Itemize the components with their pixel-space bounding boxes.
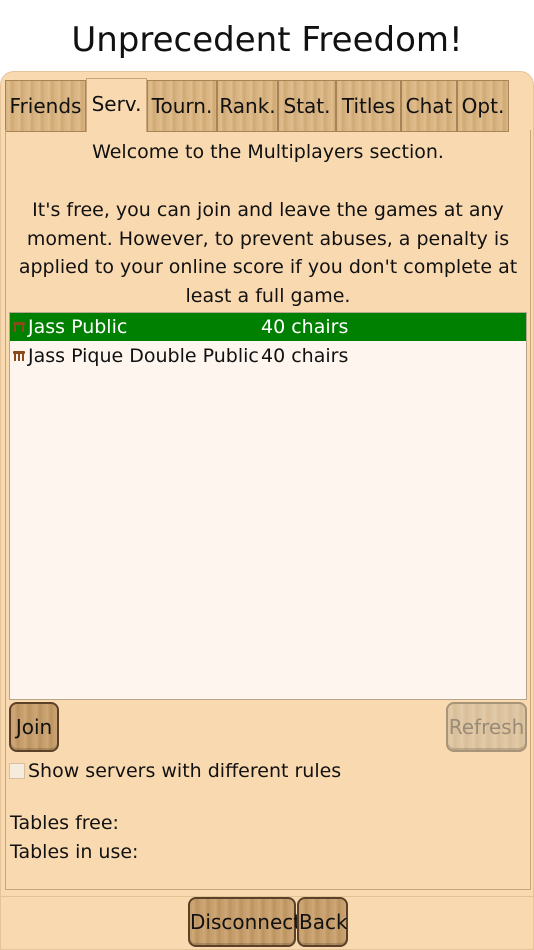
tab-servers[interactable]: Serv. bbox=[86, 78, 147, 132]
server-name: Jass Public bbox=[28, 316, 128, 338]
join-button[interactable]: Join bbox=[9, 702, 59, 752]
tab-statistics[interactable]: Stat. bbox=[278, 80, 336, 132]
tab-options[interactable]: Opt. bbox=[457, 80, 509, 132]
server-chairs: 40 chairs bbox=[261, 316, 349, 338]
show-different-rules-label: Show servers with different rules bbox=[28, 760, 342, 782]
back-button[interactable]: Back bbox=[297, 897, 348, 947]
tab-ranking[interactable]: Rank. bbox=[217, 80, 278, 132]
list-item[interactable]: Jass Public 40 chairs bbox=[10, 313, 526, 341]
disconnect-button[interactable]: Disconnect bbox=[188, 897, 301, 947]
tab-chat[interactable]: Chat bbox=[401, 80, 457, 132]
tab-tournaments[interactable]: Tourn. bbox=[147, 80, 217, 132]
tables-in-use-label: Tables in use: bbox=[10, 841, 139, 863]
tables-free-label: Tables free: bbox=[10, 812, 119, 834]
tab-friends[interactable]: Friends bbox=[5, 80, 86, 132]
server-name: Jass Pique Double Public bbox=[28, 345, 259, 367]
table-chairs-icon bbox=[13, 322, 25, 332]
tab-titles[interactable]: Titles bbox=[336, 80, 401, 132]
table-chairs-icon bbox=[13, 351, 25, 361]
server-list[interactable]: Jass Public 40 chairs Jass Pique Double … bbox=[9, 312, 527, 700]
main-panel: Friends Serv. Tourn. Rank. Stat. Titles … bbox=[0, 71, 534, 950]
welcome-text: Welcome to the Multiplayers section. bbox=[92, 141, 444, 163]
app-title: Unprecedent Freedom! bbox=[71, 20, 463, 60]
list-item[interactable]: Jass Pique Double Public 40 chairs bbox=[10, 342, 526, 370]
intro-text: It's free, you can join and leave the ga… bbox=[18, 199, 518, 307]
tab-bar: Friends Serv. Tourn. Rank. Stat. Titles … bbox=[5, 78, 513, 132]
refresh-button[interactable]: Refresh bbox=[446, 702, 527, 752]
server-chairs: 40 chairs bbox=[261, 345, 349, 367]
show-different-rules-checkbox[interactable] bbox=[9, 763, 25, 779]
